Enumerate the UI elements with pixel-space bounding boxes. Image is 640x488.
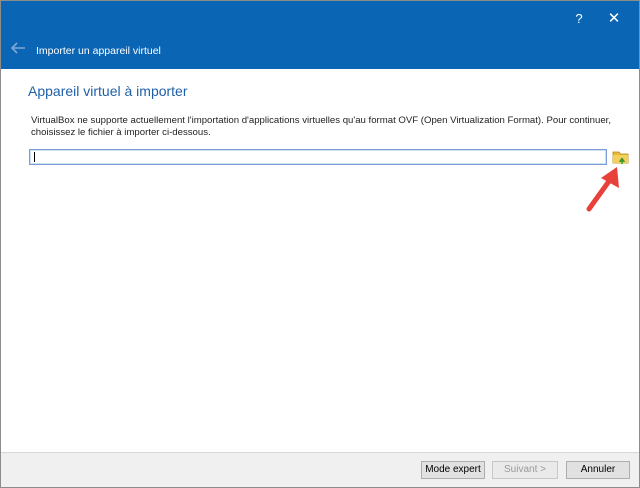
- next-button[interactable]: Suivant >: [492, 461, 558, 479]
- red-arrow-icon: [586, 167, 619, 212]
- help-button[interactable]: ?: [567, 9, 591, 29]
- page-description: VirtualBox ne supporte actuellement l'im…: [31, 115, 611, 138]
- page-title: Appareil virtuel à importer: [28, 83, 188, 99]
- close-button[interactable]: ✕: [601, 9, 627, 29]
- import-appliance-dialog: ? ✕ Importer un appareil virtuel Apparei…: [0, 0, 640, 488]
- wizard-footer: Mode expert Suivant > Annuler: [1, 452, 639, 487]
- title-bar: ? ✕ Importer un appareil virtuel: [1, 1, 639, 69]
- file-path-input[interactable]: [29, 149, 607, 165]
- text-caret: [34, 152, 35, 162]
- back-arrow-icon[interactable]: [10, 41, 26, 55]
- wizard-title: Importer un appareil virtuel: [36, 45, 161, 57]
- cancel-button[interactable]: Annuler: [566, 461, 630, 479]
- expert-mode-button[interactable]: Mode expert: [421, 461, 485, 479]
